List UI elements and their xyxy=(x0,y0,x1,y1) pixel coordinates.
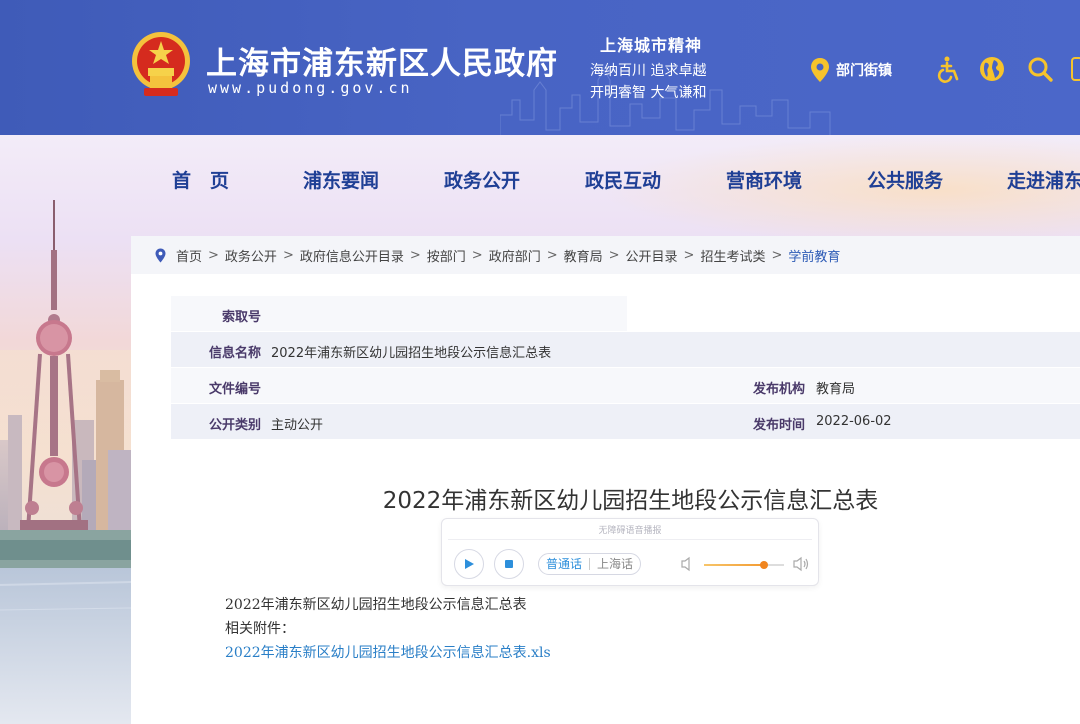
site-url: www.pudong.gov.cn xyxy=(208,79,413,97)
document-title: 2022年浦东新区幼儿园招生地段公示信息汇总表 xyxy=(382,488,879,514)
menu-icon[interactable] xyxy=(1071,55,1080,83)
mandarin-option[interactable]: 普通话 xyxy=(539,554,589,574)
main-nav: 首 页 浦东要闻 政务公开 政民互动 营商环境 公共服务 走进浦东 xyxy=(0,166,1080,202)
volume-high-icon[interactable] xyxy=(792,556,810,572)
shanghainese-option[interactable]: 上海话 xyxy=(590,554,640,574)
publisher-label: 发布机构 xyxy=(752,382,805,397)
national-emblem-icon xyxy=(132,32,190,96)
nav-item-interaction[interactable]: 政民互动 xyxy=(585,166,661,193)
nav-item-government-affairs[interactable]: 政务公开 xyxy=(444,166,520,193)
meta-row-category: 公开类别 主动公开 发布时间 2022-06-02 xyxy=(171,404,1080,439)
breadcrumb-item[interactable]: 政府信息公开目录 xyxy=(300,246,404,265)
meta-row-file-no: 文件编号 发布机构 教育局 xyxy=(171,368,1080,403)
breadcrumb-item[interactable]: 招生考试类 xyxy=(700,246,765,265)
category-label: 公开类别 xyxy=(208,418,261,433)
breadcrumb-separator: > xyxy=(282,247,294,263)
site-header: 上海市浦东新区人民政府 www.pudong.gov.cn 上海城市精神 海纳百… xyxy=(0,0,1080,135)
breadcrumb-item[interactable]: 教育局 xyxy=(564,246,603,265)
meta-row-name: 信息名称 2022年浦东新区幼儿园招生地段公示信息汇总表 xyxy=(171,332,1080,367)
name-value: 2022年浦东新区幼儿园招生地段公示信息汇总表 xyxy=(271,346,552,361)
publisher-value: 教育局 xyxy=(816,382,856,397)
city-spirit-title: 上海城市精神 xyxy=(600,36,703,55)
volume-slider-handle[interactable] xyxy=(760,561,768,569)
nav-item-home[interactable]: 首 页 xyxy=(172,166,229,193)
date-label: 发布时间 xyxy=(752,418,805,433)
play-icon xyxy=(465,559,474,569)
nav-item-pudong-news[interactable]: 浦东要闻 xyxy=(303,166,379,193)
breadcrumb-separator: > xyxy=(771,247,783,263)
breadcrumb-separator: > xyxy=(409,247,421,263)
meta-row-index: 索取号 xyxy=(171,296,627,331)
dept-towns-label: 部门街镇 xyxy=(836,63,892,79)
breadcrumb-separator: > xyxy=(208,247,219,263)
nav-item-about-pudong[interactable]: 走进浦东 xyxy=(1007,166,1080,193)
date-value: 2022-06-02 xyxy=(816,414,892,429)
attachments-label: 相关附件： xyxy=(225,621,295,637)
breadcrumb-separator: > xyxy=(683,247,695,263)
oriental-pearl-tower-graphic xyxy=(0,200,131,724)
breadcrumb-current[interactable]: 学前教育 xyxy=(788,246,840,265)
location-pin-icon xyxy=(811,58,829,82)
file-no-label: 文件编号 xyxy=(208,382,261,397)
volume-low-icon[interactable] xyxy=(680,556,694,572)
breadcrumb-item[interactable]: 公开目录 xyxy=(626,246,678,265)
index-label: 索取号 xyxy=(221,310,261,325)
city-spirit-line: 开明睿智 大气谦和 xyxy=(590,85,707,101)
stop-button[interactable] xyxy=(494,549,524,579)
globe-icon[interactable] xyxy=(978,55,1006,83)
accessibility-icon[interactable] xyxy=(934,55,962,83)
play-button[interactable] xyxy=(454,549,484,579)
city-spirit-line: 海纳百川 追求卓越 xyxy=(590,63,707,79)
category-value: 主动公开 xyxy=(271,418,324,433)
stop-icon xyxy=(505,560,513,568)
volume-slider[interactable] xyxy=(704,561,784,569)
name-label: 信息名称 xyxy=(208,346,261,361)
player-divider xyxy=(448,539,812,540)
breadcrumb-separator: > xyxy=(608,247,620,263)
breadcrumb: 首页 > 政务公开 > 政府信息公开目录 > 按部门 > 政府部门 > 教育局 … xyxy=(131,236,1080,274)
breadcrumb-separator: > xyxy=(471,247,483,263)
nav-item-public-services[interactable]: 公共服务 xyxy=(867,166,943,193)
player-note: 无障碍语音播报 xyxy=(598,526,662,536)
site-title[interactable]: 上海市浦东新区人民政府 xyxy=(206,38,558,83)
nav-item-business-environment[interactable]: 营商环境 xyxy=(726,166,802,193)
audio-player: 无障碍语音播报 普通话 上海话 xyxy=(441,518,819,586)
content-panel: 首页 > 政务公开 > 政府信息公开目录 > 按部门 > 政府部门 > 教育局 … xyxy=(131,236,1080,724)
dialect-toggle: 普通话 上海话 xyxy=(538,553,642,575)
search-icon[interactable] xyxy=(1026,55,1054,83)
body-text: 2022年浦东新区幼儿园招生地段公示信息汇总表 xyxy=(225,597,527,613)
location-pin-icon xyxy=(155,248,166,262)
breadcrumb-item[interactable]: 政务公开 xyxy=(225,246,277,265)
breadcrumb-item[interactable]: 按部门 xyxy=(427,246,466,265)
breadcrumb-item[interactable]: 政府部门 xyxy=(489,246,541,265)
attachment-link[interactable]: 2022年浦东新区幼儿园招生地段公示信息汇总表.xls xyxy=(225,642,551,662)
breadcrumb-separator: > xyxy=(546,247,558,263)
dept-towns-link[interactable]: 部门街镇 xyxy=(810,57,892,83)
volume-slider-fill xyxy=(704,564,764,566)
breadcrumb-item[interactable]: 首页 xyxy=(176,246,202,265)
